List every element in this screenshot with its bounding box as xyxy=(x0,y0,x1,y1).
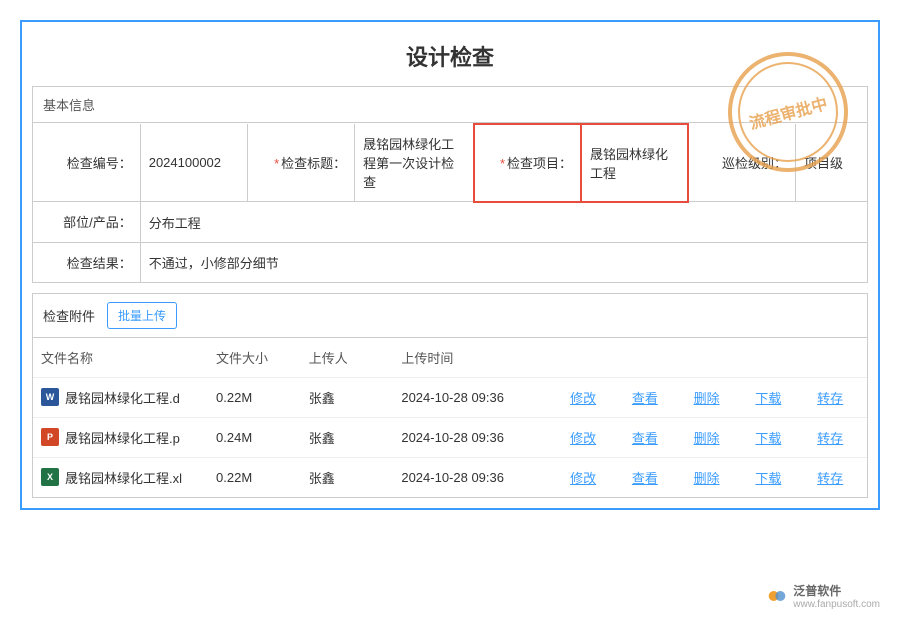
result-value: 不通过，小修部分细节 xyxy=(140,242,867,282)
attachments-header: 检查附件 批量上传 xyxy=(33,294,867,338)
attachments-title: 检查附件 xyxy=(43,306,95,325)
batch-upload-button[interactable]: 批量上传 xyxy=(107,302,177,329)
save-link[interactable]: 转存 xyxy=(817,391,843,406)
check-no-value: 2024100002 xyxy=(140,124,247,202)
edit-link[interactable]: 修改 xyxy=(570,391,596,406)
file-name: 晟铭园林绿化工程.d xyxy=(65,388,180,407)
save-link[interactable]: 转存 xyxy=(817,431,843,446)
file-size: 0.22M xyxy=(208,457,301,497)
delete-link[interactable]: 删除 xyxy=(694,431,720,446)
edit-link[interactable]: 修改 xyxy=(570,431,596,446)
brand-name: 泛普软件 xyxy=(793,582,880,599)
attachments-section: 检查附件 批量上传 文件名称 文件大小 上传人 上传时间 W 晟铭园林绿化工程.d… xyxy=(32,293,868,498)
main-panel: 设计检查 流程审批中 基本信息 检查编号： 2024100002 *检查标题： … xyxy=(20,20,880,510)
view-link[interactable]: 查看 xyxy=(632,391,658,406)
brand-icon xyxy=(767,586,787,606)
file-type-icon: X xyxy=(41,468,59,486)
download-link[interactable]: 下载 xyxy=(755,431,781,446)
view-link[interactable]: 查看 xyxy=(632,431,658,446)
file-table: 文件名称 文件大小 上传人 上传时间 W晟铭园林绿化工程.d0.22M张鑫202… xyxy=(33,338,867,497)
stamp-text: 流程审批中 xyxy=(746,90,830,134)
check-title-value: 晟铭园林绿化工程第一次设计检查 xyxy=(355,124,474,202)
file-time: 2024-10-28 09:36 xyxy=(393,377,558,417)
table-row: X 晟铭园林绿化工程.xl 0.22M张鑫2024-10-28 09:36 修改 查看 删… xyxy=(33,457,867,497)
file-uploader: 张鑫 xyxy=(301,417,394,457)
table-row: P 晟铭园林绿化工程.p 0.24M张鑫2024-10-28 09:36 修改 查看 删除… xyxy=(33,417,867,457)
file-type-icon: P xyxy=(41,428,59,446)
check-no-label: 检查编号： xyxy=(33,124,140,202)
view-link[interactable]: 查看 xyxy=(632,471,658,486)
file-uploader: 张鑫 xyxy=(301,457,394,497)
file-name-cell: W 晟铭园林绿化工程.d xyxy=(41,388,200,407)
brand-url: www.fanpusoft.com xyxy=(793,599,880,610)
file-time: 2024-10-28 09:36 xyxy=(393,417,558,457)
file-name-cell: X 晟铭园林绿化工程.xl xyxy=(41,468,200,487)
file-name: 晟铭园林绿化工程.p xyxy=(65,428,180,447)
file-type-icon: W xyxy=(41,388,59,406)
col-name: 文件名称 xyxy=(33,338,208,378)
file-time: 2024-10-28 09:36 xyxy=(393,457,558,497)
check-project-label: *检查项目： xyxy=(474,124,581,202)
file-size: 0.22M xyxy=(208,377,301,417)
file-size: 0.24M xyxy=(208,417,301,457)
file-name-cell: P 晟铭园林绿化工程.p xyxy=(41,428,200,447)
edit-link[interactable]: 修改 xyxy=(570,471,596,486)
part-value: 分布工程 xyxy=(140,202,867,243)
save-link[interactable]: 转存 xyxy=(817,471,843,486)
download-link[interactable]: 下载 xyxy=(755,391,781,406)
file-uploader: 张鑫 xyxy=(301,377,394,417)
col-uploader: 上传人 xyxy=(301,338,394,378)
footer-logo: 泛普软件 www.fanpusoft.com xyxy=(767,582,880,610)
table-row: W 晟铭园林绿化工程.d 0.22M张鑫2024-10-28 09:36 修改 查看 删除… xyxy=(33,377,867,417)
file-name: 晟铭园林绿化工程.xl xyxy=(65,468,182,487)
col-time: 上传时间 xyxy=(393,338,558,378)
check-title-label: *检查标题： xyxy=(247,124,354,202)
part-label: 部位/产品： xyxy=(33,202,140,243)
check-project-value: 晟铭园林绿化工程 xyxy=(581,124,688,202)
download-link[interactable]: 下载 xyxy=(755,471,781,486)
col-size: 文件大小 xyxy=(208,338,301,378)
delete-link[interactable]: 删除 xyxy=(694,471,720,486)
result-label: 检查结果： xyxy=(33,242,140,282)
delete-link[interactable]: 删除 xyxy=(694,391,720,406)
